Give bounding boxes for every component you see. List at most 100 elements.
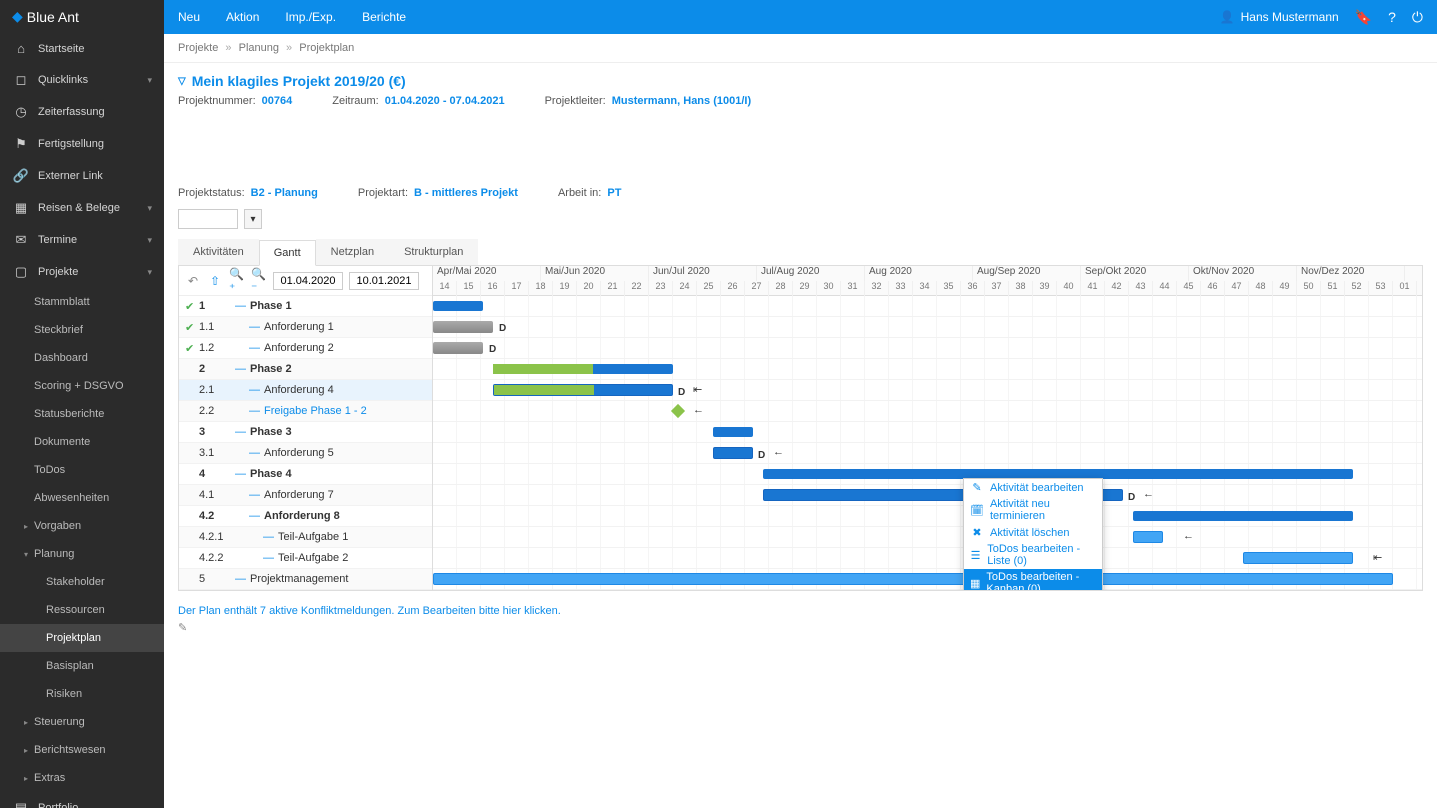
sidebar-sub-statusberichte[interactable]: Statusberichte bbox=[0, 400, 164, 428]
gantt-bar-row[interactable]: D⇤ bbox=[433, 380, 1422, 401]
gantt-bar-row[interactable] bbox=[433, 569, 1422, 590]
gantt-task-row[interactable]: ✔1.1—Anforderung 1 bbox=[179, 317, 432, 338]
upload-icon[interactable]: ⇧ bbox=[207, 273, 223, 289]
gantt-task-row[interactable]: 4.2.2—Teil-Aufgabe 2 bbox=[179, 548, 432, 569]
gantt-task-row[interactable]: 3.1—Anforderung 5 bbox=[179, 443, 432, 464]
topbar-menu-aktion[interactable]: Aktion bbox=[226, 8, 259, 26]
gantt-bar-row[interactable]: D bbox=[433, 338, 1422, 359]
gantt-bar-row[interactable]: ⇤ bbox=[433, 548, 1422, 569]
milestone-icon[interactable] bbox=[671, 404, 685, 418]
gantt-bar-row[interactable] bbox=[433, 464, 1422, 485]
gantt-task-row[interactable]: 4.1—Anforderung 7 bbox=[179, 485, 432, 506]
tab-strukturplan[interactable]: Strukturplan bbox=[389, 239, 478, 265]
bookmark-icon[interactable]: 🔖 bbox=[1355, 9, 1372, 26]
sidebar-item-zeiterfassung[interactable]: ◷Zeiterfassung bbox=[0, 96, 164, 128]
zoom-in-icon[interactable]: 🔍⁺ bbox=[229, 273, 245, 289]
sidebar-item-portfolio[interactable]: ▤Portfolio bbox=[0, 792, 164, 808]
gantt-bar[interactable] bbox=[433, 301, 483, 311]
breadcrumb-0[interactable]: Projekte bbox=[178, 42, 218, 54]
sidebar-item-quicklinks[interactable]: ◻Quicklinks▾ bbox=[0, 64, 164, 96]
gantt-task-row[interactable]: ✔1—Phase 1 bbox=[179, 296, 432, 317]
breadcrumb-1[interactable]: Planung bbox=[239, 42, 279, 54]
project-meta-item: Arbeit in:PT bbox=[558, 187, 621, 199]
gantt-bar-row[interactable]: D← bbox=[433, 443, 1422, 464]
sidebar-item-startseite[interactable]: ⌂Startseite bbox=[0, 33, 164, 64]
gantt-task-row[interactable]: 3—Phase 3 bbox=[179, 422, 432, 443]
context-menu-item[interactable]: ✎Aktivität bearbeiten bbox=[964, 479, 1102, 496]
gantt-task-row[interactable]: 4.2—Anforderung 8 bbox=[179, 506, 432, 527]
sidebar-sub-scoring-dsgvo[interactable]: Scoring + DSGVO bbox=[0, 372, 164, 400]
gantt-task-row[interactable]: 4.2.1—Teil-Aufgabe 1 bbox=[179, 527, 432, 548]
context-menu-item[interactable]: ☰ToDos bearbeiten - Liste (0) bbox=[964, 541, 1102, 569]
context-menu-item[interactable]: ✖Aktivität löschen bbox=[964, 524, 1102, 541]
sidebar-sub3-basisplan[interactable]: Basisplan bbox=[0, 652, 164, 680]
gantt-task-row[interactable]: ✔1.2—Anforderung 2 bbox=[179, 338, 432, 359]
sidebar-sub-dashboard[interactable]: Dashboard bbox=[0, 344, 164, 372]
gantt-task-row[interactable]: 2.1—Anforderung 4 bbox=[179, 380, 432, 401]
tab-aktivitäten[interactable]: Aktivitäten bbox=[178, 239, 259, 265]
edit-icon[interactable]: ✎ bbox=[178, 621, 187, 634]
topbar-menu-neu[interactable]: Neu bbox=[178, 8, 200, 26]
gantt-task-row[interactable]: 4—Phase 4 bbox=[179, 464, 432, 485]
gantt-bar-row[interactable]: D bbox=[433, 317, 1422, 338]
sidebar-sub-dokumente[interactable]: Dokumente bbox=[0, 428, 164, 456]
gantt-bar[interactable]: D bbox=[433, 342, 483, 354]
gantt-bar[interactable] bbox=[493, 364, 673, 374]
date-to-input[interactable] bbox=[349, 272, 419, 290]
sidebar-sub3-stakeholder[interactable]: Stakeholder bbox=[0, 568, 164, 596]
gantt-bar-row[interactable] bbox=[433, 359, 1422, 380]
gantt-bar[interactable]: D bbox=[433, 321, 493, 333]
gantt-bar[interactable] bbox=[433, 573, 1393, 585]
sidebar-sub-steckbrief[interactable]: Steckbrief bbox=[0, 316, 164, 344]
gantt-bar-row[interactable]: D← bbox=[433, 485, 1422, 506]
gantt-bar-row[interactable] bbox=[433, 296, 1422, 317]
gantt-bar[interactable] bbox=[1133, 531, 1163, 543]
context-menu-item[interactable]: 🗓Aktivität neu terminieren bbox=[964, 496, 1102, 524]
gantt-bar[interactable]: D bbox=[493, 384, 673, 396]
gantt-task-row[interactable]: 5—Projektmanagement bbox=[179, 569, 432, 590]
project-meta-item: Projektnummer:00764 bbox=[178, 95, 292, 107]
date-from-input[interactable] bbox=[273, 272, 343, 290]
power-icon[interactable]: ⏻ bbox=[1412, 9, 1423, 26]
conflict-message[interactable]: Der Plan enthält 7 aktive Konfliktmeldun… bbox=[178, 605, 1423, 617]
sidebar-item-externer-link[interactable]: 🔗Externer Link bbox=[0, 160, 164, 192]
gantt-bar-row[interactable] bbox=[433, 422, 1422, 443]
gantt-bar[interactable] bbox=[713, 427, 753, 437]
gantt-bar-row[interactable]: ← bbox=[433, 527, 1422, 548]
sidebar-item-termine[interactable]: ✉Termine▾ bbox=[0, 224, 164, 256]
sidebar-item-reisen-&-belege[interactable]: ▦Reisen & Belege▾ bbox=[0, 192, 164, 224]
help-icon[interactable]: ? bbox=[1388, 9, 1396, 25]
tab-netzplan[interactable]: Netzplan bbox=[316, 239, 389, 265]
gantt-bar-row[interactable] bbox=[433, 506, 1422, 527]
sidebar-sub-berichtswesen[interactable]: ▸Berichtswesen bbox=[0, 736, 164, 764]
sidebar-sub-planung[interactable]: ▾Planung bbox=[0, 540, 164, 568]
week-label: 16 bbox=[481, 281, 505, 296]
sidebar-item-projekte[interactable]: ▢Projekte▾ bbox=[0, 256, 164, 288]
sidebar-item-fertigstellung[interactable]: ⚑Fertigstellung bbox=[0, 128, 164, 160]
gantt-task-row[interactable]: 2.2—Freigabe Phase 1 - 2 bbox=[179, 401, 432, 422]
project-dropdown-btn[interactable]: ▾ bbox=[244, 209, 262, 229]
undo-icon[interactable]: ↶ bbox=[185, 273, 201, 289]
project-dropdown[interactable] bbox=[178, 209, 238, 229]
gantt-bar[interactable] bbox=[1243, 552, 1353, 564]
sidebar-sub-vorgaben[interactable]: ▸Vorgaben bbox=[0, 512, 164, 540]
tab-gantt[interactable]: Gantt bbox=[259, 240, 316, 266]
zoom-out-icon[interactable]: 🔍⁻ bbox=[251, 273, 267, 289]
context-menu-item[interactable]: ▦ToDos bearbeiten - Kanban (0) bbox=[964, 569, 1102, 590]
sidebar-sub-extras[interactable]: ▸Extras bbox=[0, 764, 164, 792]
sidebar-sub3-projektplan[interactable]: Projektplan bbox=[0, 624, 164, 652]
sidebar-sub3-risiken[interactable]: Risiken bbox=[0, 680, 164, 708]
project-title[interactable]: ▽ Mein klagiles Projekt 2019/20 (€) bbox=[178, 73, 1423, 89]
sidebar-sub3-ressourcen[interactable]: Ressourcen bbox=[0, 596, 164, 624]
user-menu[interactable]: 👤 Hans Mustermann bbox=[1220, 10, 1339, 24]
sidebar-sub-steuerung[interactable]: ▸Steuerung bbox=[0, 708, 164, 736]
sidebar-sub-todos[interactable]: ToDos bbox=[0, 456, 164, 484]
sidebar-sub-abwesenheiten[interactable]: Abwesenheiten bbox=[0, 484, 164, 512]
topbar-menu-berichte[interactable]: Berichte bbox=[362, 8, 406, 26]
sidebar-sub-stammblatt[interactable]: Stammblatt bbox=[0, 288, 164, 316]
gantt-bar[interactable] bbox=[1133, 511, 1353, 521]
topbar-menu-impexp[interactable]: Imp./Exp. bbox=[285, 8, 336, 26]
gantt-task-row[interactable]: 2—Phase 2 bbox=[179, 359, 432, 380]
gantt-bar-row[interactable]: ← bbox=[433, 401, 1422, 422]
gantt-bar[interactable]: D bbox=[713, 447, 753, 459]
